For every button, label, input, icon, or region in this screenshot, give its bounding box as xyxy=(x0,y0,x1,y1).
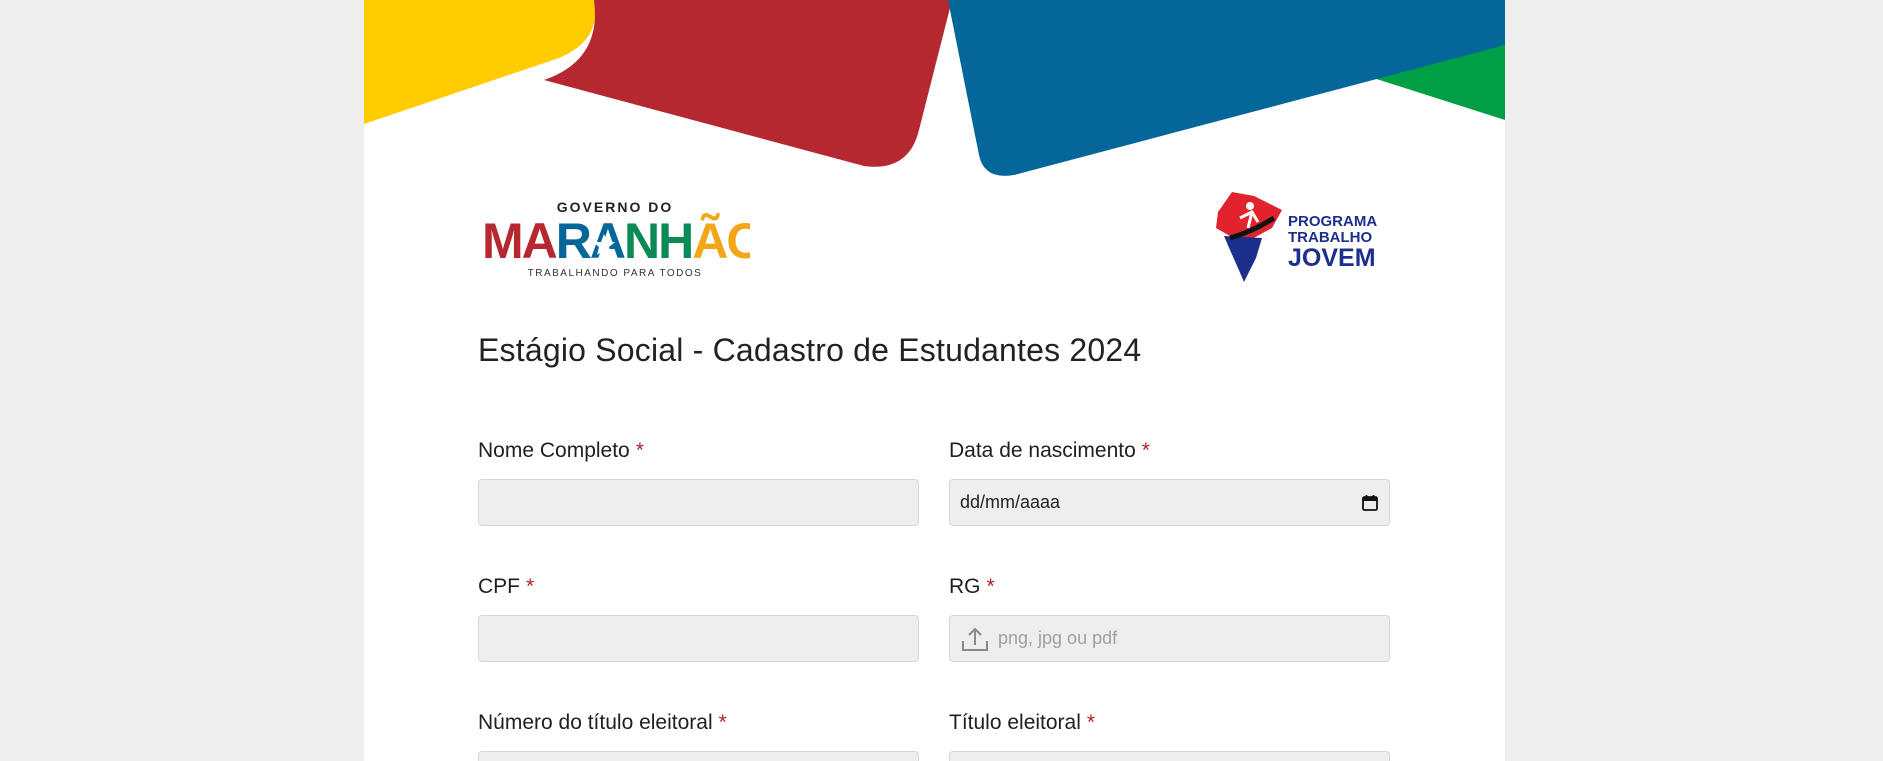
titulo-label: Título eleitoral xyxy=(949,711,1081,734)
required-marker: * xyxy=(1141,439,1150,462)
programa-trabalho-jovem-logo: PROGRAMA TRABALHO JOVEM xyxy=(1216,192,1377,282)
required-marker: * xyxy=(1086,711,1096,734)
banner-yellow-shape xyxy=(364,0,596,124)
rg-upload-placeholder: png, jpg ou pdf xyxy=(998,628,1118,648)
field-data-nascimento: Data de nascimento * dd/mm/aaaa xyxy=(949,437,1390,526)
field-nome-completo: Nome Completo * xyxy=(478,437,919,526)
cpf-input-box[interactable] xyxy=(478,615,919,662)
banner-red-shape xyxy=(544,0,952,167)
required-marker: * xyxy=(526,575,535,598)
required-marker: * xyxy=(986,575,995,598)
svg-text:PROGRAMA: PROGRAMA xyxy=(1288,213,1377,230)
svg-text:TRABALHANDO PARA TODOS: TRABALHANDO PARA TODOS xyxy=(528,268,703,279)
nascimento-date-input[interactable]: dd/mm/aaaa xyxy=(949,479,1390,526)
field-numero-titulo: Número do título eleitoral * xyxy=(478,709,919,761)
numero-titulo-label: Número do título eleitoral xyxy=(478,711,713,734)
governo-maranhao-logo: GOVERNO DO MARANHÃO TRABALHANDO PARA TOD… xyxy=(482,199,750,279)
field-titulo-eleitoral: Título eleitoral * xyxy=(949,709,1390,761)
numero-titulo-input-box[interactable] xyxy=(478,751,919,761)
rg-file-upload[interactable]: png, jpg ou pdf xyxy=(949,615,1390,662)
upload-icon xyxy=(962,627,988,651)
cpf-label: CPF xyxy=(478,575,520,598)
form-page: GOVERNO DO MARANHÃO TRABALHANDO PARA TOD… xyxy=(364,0,1505,761)
field-cpf: CPF * xyxy=(478,573,919,662)
titulo-file-upload[interactable] xyxy=(949,751,1390,761)
nome-input[interactable] xyxy=(489,480,908,525)
maranhao-wordmark: MARANHÃO xyxy=(482,213,750,269)
required-marker: * xyxy=(635,439,644,462)
form-title: Estágio Social - Cadastro de Estudantes … xyxy=(478,332,1142,368)
header-banner xyxy=(364,0,1505,176)
nascimento-date-value: dd/mm/aaaa xyxy=(960,492,1061,512)
field-rg: RG * png, jpg ou pdf xyxy=(949,573,1390,662)
nascimento-label: Data de nascimento xyxy=(949,439,1136,462)
cpf-input[interactable] xyxy=(489,616,908,661)
calendar-icon[interactable] xyxy=(1361,494,1379,512)
svg-text:JOVEM: JOVEM xyxy=(1288,244,1376,272)
required-marker: * xyxy=(718,711,727,734)
nome-input-box[interactable] xyxy=(478,479,919,526)
nome-label: Nome Completo xyxy=(478,439,630,462)
numero-titulo-input[interactable] xyxy=(489,752,908,761)
rg-label: RG xyxy=(949,575,981,598)
